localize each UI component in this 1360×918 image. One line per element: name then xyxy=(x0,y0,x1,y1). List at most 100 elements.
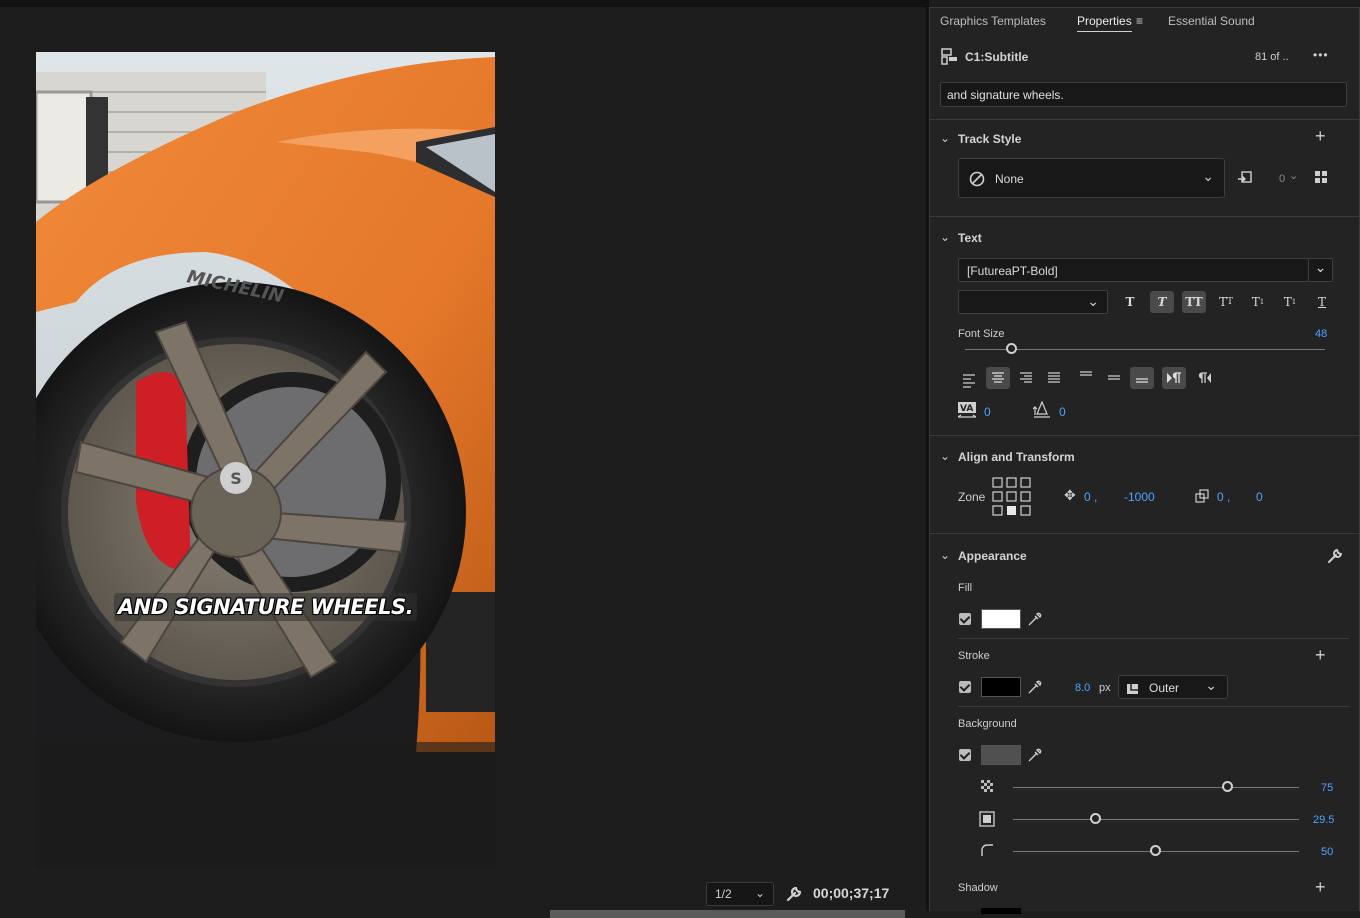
shadow-color-swatch[interactable] xyxy=(981,908,1021,914)
font-size-slider[interactable] xyxy=(965,349,1325,350)
chevron-down-icon: ⌄ xyxy=(1308,259,1332,281)
align-right-icon[interactable] xyxy=(1014,367,1038,389)
opacity-slider-knob[interactable] xyxy=(1221,781,1233,792)
font-size-value[interactable]: 48 xyxy=(1315,328,1327,340)
background-label: Background xyxy=(958,718,1017,730)
superscript-icon[interactable]: T1 xyxy=(1246,291,1270,313)
small-caps-icon[interactable]: TT xyxy=(1214,291,1238,313)
properties-panel: Graphics Templates Properties ≡ Essentia… xyxy=(929,7,1360,914)
tab-properties[interactable]: Properties xyxy=(1077,14,1132,32)
background-checkbox[interactable] xyxy=(959,749,971,761)
clip-name: C1:Subtitle xyxy=(965,50,1029,64)
wrench-icon[interactable] xyxy=(1327,548,1343,564)
all-caps-icon[interactable]: TT xyxy=(1182,291,1206,313)
stroke-type-dropdown[interactable]: Outer ⌄ xyxy=(1118,675,1228,699)
eyedropper-icon[interactable] xyxy=(1027,747,1043,763)
opacity-slider[interactable] xyxy=(1013,787,1299,788)
subscript-icon[interactable]: T1 xyxy=(1278,291,1302,313)
playhead-timecode[interactable]: 00;00;37;17 xyxy=(813,885,889,901)
caption-overlay[interactable]: AND SIGNATURE WHEELS. xyxy=(36,593,495,621)
faux-italic-icon[interactable]: T xyxy=(1150,291,1174,313)
ltr-direction-icon[interactable] xyxy=(1162,367,1186,389)
caption-text: AND SIGNATURE WHEELS. xyxy=(113,593,418,621)
program-monitor: S MICHELIN AND SIGNATURE WHEELS. 1/2 ⌄ 0… xyxy=(0,0,926,918)
wrench-icon[interactable] xyxy=(785,885,803,903)
tracking-icon: VA xyxy=(958,402,976,418)
fill-checkbox[interactable] xyxy=(959,613,971,625)
fill-color-swatch[interactable] xyxy=(981,609,1021,629)
collapse-chevron-icon[interactable]: ⌄ xyxy=(940,230,950,244)
background-size-value[interactable]: 29.5 xyxy=(1313,814,1334,826)
svg-text:S: S xyxy=(230,469,242,488)
font-size-slider-knob[interactable] xyxy=(1005,343,1017,354)
track-style-value: None xyxy=(995,172,1024,186)
add-shadow-icon[interactable]: + xyxy=(1315,877,1326,898)
hamburger-menu-icon[interactable]: ≡ xyxy=(1136,14,1143,28)
car-wheel-image: S MICHELIN xyxy=(36,52,495,868)
stroke-checkbox[interactable] xyxy=(959,681,971,693)
align-center-icon[interactable] xyxy=(986,367,1010,389)
stroke-type-value: Outer xyxy=(1149,681,1180,695)
background-color-swatch[interactable] xyxy=(981,745,1021,765)
rtl-direction-icon[interactable] xyxy=(1192,367,1216,389)
position-y-value[interactable]: -1000 xyxy=(1124,490,1155,504)
caption-text-field[interactable]: and signature wheels. xyxy=(940,82,1347,107)
eyedropper-icon[interactable] xyxy=(1027,611,1043,627)
align-top-icon[interactable] xyxy=(1074,365,1098,387)
underline-icon[interactable]: T xyxy=(1310,291,1334,313)
corner-radius-slider-knob[interactable] xyxy=(1150,845,1161,856)
stroke-label: Stroke xyxy=(958,650,990,662)
tab-graphics-templates[interactable]: Graphics Templates xyxy=(940,14,1046,28)
align-transform-title: Align and Transform xyxy=(958,450,1075,464)
corner-radius-icon xyxy=(981,844,993,856)
font-style-dropdown[interactable]: ⌄ xyxy=(958,290,1108,314)
chevron-down-icon: ⌄ xyxy=(1202,168,1214,184)
faux-bold-icon[interactable]: T xyxy=(1118,291,1142,313)
resolution-dropdown[interactable]: 1/2 ⌄ xyxy=(706,882,774,906)
leading-value[interactable]: 0 xyxy=(1059,405,1066,419)
tracking-value[interactable]: 0 xyxy=(984,405,991,419)
scale-y-value[interactable]: 0 xyxy=(1256,490,1263,504)
corner-radius-value[interactable]: 50 xyxy=(1321,846,1333,858)
clip-counter: 81 of .. xyxy=(1255,51,1289,63)
opacity-value[interactable]: 75 xyxy=(1321,782,1333,794)
background-size-slider[interactable] xyxy=(1013,819,1299,820)
background-size-icon xyxy=(979,811,995,827)
video-frame[interactable]: S MICHELIN AND SIGNATURE WHEELS. xyxy=(36,52,495,868)
chevron-down-icon: ⌄ xyxy=(1087,293,1099,309)
collapse-chevron-icon[interactable]: ⌄ xyxy=(940,131,950,145)
none-icon xyxy=(969,171,985,187)
monitor-scrollbar[interactable] xyxy=(550,910,905,918)
chevron-down-icon[interactable]: ⌄ xyxy=(1289,169,1298,182)
track-style-dropdown[interactable]: None ⌄ xyxy=(958,158,1225,198)
grid-icon[interactable] xyxy=(1315,171,1328,184)
justify-icon[interactable] xyxy=(1042,367,1066,389)
push-to-track-style-icon[interactable] xyxy=(1237,170,1253,186)
align-left-icon[interactable] xyxy=(956,367,980,389)
scale-icon xyxy=(1195,489,1209,503)
svg-text:VA: VA xyxy=(960,404,973,414)
position-icon: ✥ xyxy=(1064,487,1076,503)
eyedropper-icon[interactable] xyxy=(1027,679,1043,695)
stroke-width-value[interactable]: 8.0 xyxy=(1075,682,1090,694)
tab-essential-sound[interactable]: Essential Sound xyxy=(1168,14,1255,28)
position-x-value[interactable]: 0 , xyxy=(1084,490,1097,504)
scale-x-value[interactable]: 0 , xyxy=(1217,490,1230,504)
font-family-dropdown[interactable]: [FutureaPT-Bold] ⌄ xyxy=(958,258,1333,282)
text-section-title: Text xyxy=(958,231,982,245)
zone-label: Zone xyxy=(958,490,986,504)
collapse-chevron-icon[interactable]: ⌄ xyxy=(940,548,950,562)
add-track-style-icon[interactable]: + xyxy=(1315,126,1326,147)
background-size-slider-knob[interactable] xyxy=(1089,813,1101,824)
align-bottom-icon[interactable] xyxy=(1130,367,1154,389)
more-options-icon[interactable]: ••• xyxy=(1313,48,1329,62)
caption-track-icon xyxy=(941,48,957,65)
add-stroke-icon[interactable]: + xyxy=(1315,645,1326,666)
fill-label: Fill xyxy=(958,582,973,594)
collapse-chevron-icon[interactable]: ⌄ xyxy=(940,449,950,463)
font-size-label: Font Size xyxy=(958,328,1005,340)
align-middle-icon[interactable] xyxy=(1102,367,1126,389)
zone-grid[interactable] xyxy=(992,477,1032,517)
resolution-value: 1/2 xyxy=(715,887,732,901)
stroke-color-swatch[interactable] xyxy=(981,677,1021,697)
